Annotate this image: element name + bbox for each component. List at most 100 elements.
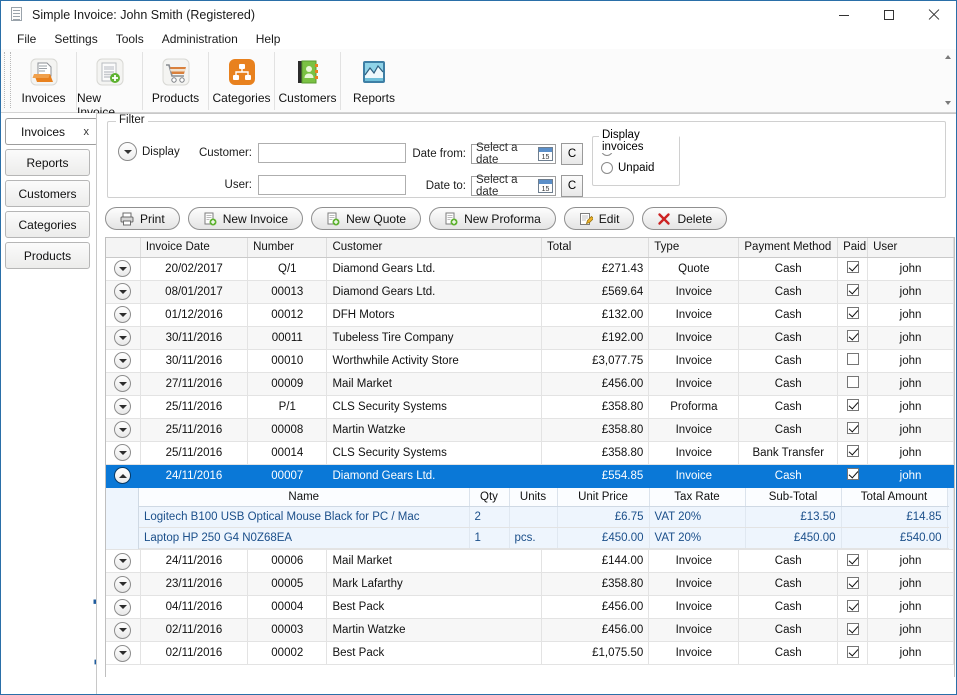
sidebar-item-reports[interactable]: Reports xyxy=(5,149,90,176)
row-expand-toggle[interactable] xyxy=(106,280,141,304)
row-expand-toggle[interactable] xyxy=(106,641,141,665)
col-total[interactable]: Total xyxy=(541,238,650,258)
table-row[interactable]: 23/11/2016 00005 Mark Lafarthy £358.80 Invoi… xyxy=(106,572,954,596)
col-paid[interactable]: Paid xyxy=(837,238,869,258)
table-row[interactable]: 08/01/2017 00013 Diamond Gears Ltd. £569.64… xyxy=(106,280,954,304)
chevron-down-icon[interactable] xyxy=(114,306,132,323)
row-expand-toggle[interactable] xyxy=(106,372,141,396)
paid-checkbox[interactable] xyxy=(846,422,859,434)
row-expand-toggle[interactable] xyxy=(106,572,141,596)
cell-paid[interactable] xyxy=(837,349,869,373)
table-row[interactable]: 25/11/2016 00014 CLS Security Systems £358.… xyxy=(106,441,954,465)
col-customer[interactable]: Customer xyxy=(326,238,543,258)
chevron-down-icon[interactable] xyxy=(114,375,132,392)
cell-paid[interactable] xyxy=(837,549,869,573)
date-from-input[interactable]: Select a date 15 xyxy=(471,142,556,166)
cell-paid[interactable] xyxy=(837,280,869,304)
chevron-down-icon[interactable] xyxy=(114,398,132,415)
col-number[interactable]: Number xyxy=(247,238,328,258)
table-row[interactable]: 20/02/2017 Q/1 Diamond Gears Ltd. £271.43 Qu… xyxy=(106,257,954,281)
paid-checkbox[interactable] xyxy=(846,284,859,296)
detail-row-item[interactable]: Logitech B100 USB Optical Mouse Black fo… xyxy=(139,506,948,528)
cell-paid[interactable] xyxy=(837,395,869,419)
toolbar-button-new-invoice[interactable]: New Invoice xyxy=(77,52,143,119)
paid-checkbox[interactable] xyxy=(846,353,859,365)
cell-paid[interactable] xyxy=(837,257,869,281)
user-input[interactable] xyxy=(258,175,406,195)
toolbar-overflow-scroll[interactable] xyxy=(943,51,954,109)
paid-checkbox[interactable] xyxy=(846,553,859,566)
invoice-grid[interactable]: Invoice Date Number Customer Total Type … xyxy=(105,237,955,677)
menu-administration[interactable]: Administration xyxy=(153,29,247,49)
row-expand-toggle[interactable] xyxy=(106,595,141,619)
sidebar-item-products[interactable]: Products xyxy=(5,242,90,269)
cell-paid[interactable] xyxy=(837,418,869,442)
menu-tools[interactable]: Tools xyxy=(107,29,153,49)
table-row[interactable]: 25/11/2016 P/1 CLS Security Systems £358.80… xyxy=(106,395,954,419)
menu-file[interactable]: File xyxy=(8,29,45,49)
paid-checkbox[interactable] xyxy=(846,399,859,411)
clear-date-to-button[interactable]: C xyxy=(561,175,583,197)
row-expand-toggle[interactable] xyxy=(106,257,141,281)
table-row[interactable]: 02/11/2016 00003 Martin Watzke £456.00 Invoi… xyxy=(106,618,954,642)
table-row[interactable]: 04/11/2016 00004 Best Pack £456.00 Invoice Ca… xyxy=(106,595,954,619)
cell-paid[interactable] xyxy=(837,303,869,327)
paid-checkbox[interactable] xyxy=(846,622,859,635)
detail-row-item[interactable]: Laptop HP 250 G4 N0Z68EA 1 pcs. £450.00 VAT … xyxy=(139,527,948,549)
toolbar-button-categories[interactable]: Categories xyxy=(209,52,275,110)
paid-checkbox[interactable] xyxy=(846,576,859,589)
chevron-down-icon[interactable] xyxy=(114,283,132,300)
table-row[interactable]: 25/11/2016 00008 Martin Watzke £358.80 Invoi… xyxy=(106,418,954,442)
date-to-input[interactable]: Select a date 15 xyxy=(471,174,556,198)
row-expand-toggle[interactable] xyxy=(106,326,141,350)
paid-checkbox[interactable] xyxy=(846,599,859,612)
calendar-icon[interactable]: 15 xyxy=(538,179,553,193)
paid-checkbox[interactable] xyxy=(846,307,859,319)
toolbar-grip[interactable] xyxy=(4,52,11,108)
col-invoice-date[interactable]: Invoice Date xyxy=(140,238,249,258)
menu-settings[interactable]: Settings xyxy=(45,29,106,49)
row-expand-toggle[interactable] xyxy=(106,441,141,465)
chevron-down-icon[interactable] xyxy=(114,575,132,593)
sidebar-item-customers[interactable]: Customers xyxy=(5,180,90,207)
new-quote-button[interactable]: New Quote xyxy=(311,207,422,230)
toolbar-button-invoices[interactable]: Invoices xyxy=(11,52,77,110)
row-expand-toggle[interactable] xyxy=(106,549,141,573)
minimize-button[interactable] xyxy=(821,1,866,29)
row-expand-toggle[interactable] xyxy=(106,349,141,373)
col-user[interactable]: User xyxy=(867,238,954,258)
print-button[interactable]: Print xyxy=(105,207,180,230)
row-expand-toggle[interactable] xyxy=(106,395,141,419)
table-row[interactable]: 01/12/2016 00012 DFH Motors £132.00 Invoice C… xyxy=(106,303,954,327)
paid-checkbox[interactable] xyxy=(846,445,859,457)
edit-button[interactable]: Edit xyxy=(563,207,635,230)
close-button[interactable] xyxy=(911,1,956,29)
cell-paid[interactable] xyxy=(837,572,869,596)
chevron-down-icon[interactable] xyxy=(114,260,132,277)
cell-paid[interactable] xyxy=(837,372,869,396)
new-proforma-button[interactable]: New Proforma xyxy=(429,207,556,230)
chevron-down-icon[interactable] xyxy=(114,329,132,346)
chevron-down-icon[interactable] xyxy=(114,421,132,438)
maximize-button[interactable] xyxy=(866,1,911,29)
chevron-down-icon[interactable] xyxy=(114,598,132,616)
clear-date-from-button[interactable]: C xyxy=(561,143,583,165)
chevron-down-icon[interactable] xyxy=(114,444,132,461)
col-payment-method[interactable]: Payment Method xyxy=(738,238,839,258)
row-expand-toggle[interactable] xyxy=(106,303,141,327)
row-expand-toggle[interactable] xyxy=(106,418,141,442)
table-row[interactable]: 24/11/2016 00007 Diamond Gears Ltd. £554.85… xyxy=(106,464,954,488)
menu-help[interactable]: Help xyxy=(247,29,290,49)
table-row[interactable]: 30/11/2016 00010 Worthwhile Activity Store… xyxy=(106,349,954,373)
paid-checkbox[interactable] xyxy=(846,330,859,342)
cell-paid[interactable] xyxy=(837,441,869,465)
row-expand-toggle[interactable] xyxy=(106,464,141,488)
toolbar-button-products[interactable]: Products xyxy=(143,52,209,110)
table-row[interactable]: 30/11/2016 00011 Tubeless Tire Company £192… xyxy=(106,326,954,350)
sidebar-item-invoices[interactable]: Invoices x xyxy=(5,118,98,145)
col-type[interactable]: Type xyxy=(648,238,740,258)
cell-paid[interactable] xyxy=(837,464,869,488)
filter-display-toggle[interactable] xyxy=(118,142,137,161)
sidebar-item-categories[interactable]: Categories xyxy=(5,211,90,238)
table-row[interactable]: 24/11/2016 00006 Mail Market £144.00 Invoice… xyxy=(106,549,954,573)
